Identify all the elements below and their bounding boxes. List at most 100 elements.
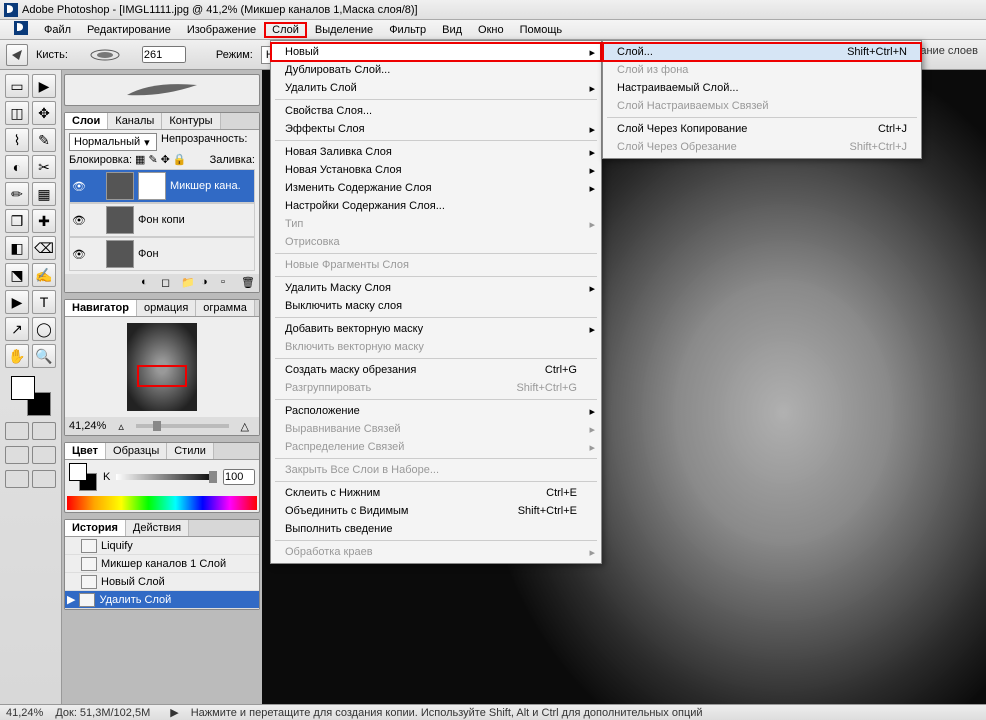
tool-14[interactable]: ⬔ [5,263,29,287]
blend-mode-select[interactable]: Нормальный▾ [69,133,157,151]
tool-1[interactable]: ▶ [32,74,56,98]
menu-window[interactable]: Окно [470,22,512,38]
navigator-viewport-rect[interactable] [137,365,187,387]
tool-0[interactable]: ▭ [5,74,29,98]
quickmask-on[interactable] [32,422,56,440]
color-ramp[interactable] [67,496,257,510]
zoom-out-icon[interactable]: ▵ [118,420,124,433]
tool-6[interactable]: ◐ [5,155,29,179]
tool-17[interactable]: T [32,290,56,314]
lock-paint-icon[interactable]: ✎ [148,153,157,166]
tab-histogram[interactable]: ограмма [196,300,255,316]
eye-icon[interactable]: 👁 [72,180,86,193]
history-item[interactable]: Новый Слой [65,573,259,591]
lock-all-icon[interactable]: 🔒 [173,153,187,166]
tool-5[interactable]: ✎ [32,128,56,152]
submenu-item[interactable]: Настраиваемый Слой... [603,79,921,97]
tab-history[interactable]: История [65,520,126,536]
tab-layers[interactable]: Слои [65,113,108,129]
menu-item[interactable]: Расположение▸ [271,402,601,420]
tab-channels[interactable]: Каналы [108,113,162,129]
jump-to-2[interactable] [32,470,56,488]
menu-file[interactable]: Файл [36,22,79,38]
history-item[interactable]: Микшер каналов 1 Слой [65,555,259,573]
tool-20[interactable]: ✋ [5,344,29,368]
layer-style-icon[interactable]: ◐ [141,276,155,290]
screenmode-2[interactable] [32,446,56,464]
brush-preview[interactable] [76,46,134,64]
tool-18[interactable]: ↗ [5,317,29,341]
tab-navigator[interactable]: Навигатор [65,300,137,316]
menu-item[interactable]: Свойства Слоя... [271,102,601,120]
tab-paths[interactable]: Контуры [162,113,220,129]
menu-item[interactable]: Склеить с НижнимCtrl+E [271,484,601,502]
menu-item[interactable]: Настройки Содержания Слоя... [271,197,601,215]
menu-item[interactable]: Новый▸ [271,43,601,61]
tool-4[interactable]: ⌇ [5,128,29,152]
layer-row[interactable]: 👁Фон [69,237,255,271]
menu-item[interactable]: Выполнить сведение [271,520,601,538]
tab-actions[interactable]: Действия [126,520,189,536]
menu-edit[interactable]: Редактирование [79,22,179,38]
tab-info[interactable]: ормация [137,300,196,316]
menu-item[interactable]: Создать маску обрезанияCtrl+G [271,361,601,379]
tool-16[interactable]: ▶ [5,290,29,314]
layer-row[interactable]: 👁Микшер кана. [69,169,255,203]
tool-21[interactable]: 🔍 [32,344,56,368]
zoom-in-icon[interactable]: △ [241,420,249,433]
tool-8[interactable]: ✏ [5,182,29,206]
menu-item[interactable]: Выключить маску слоя [271,297,601,315]
layer-mask-icon[interactable]: ◻ [161,276,175,290]
history-item[interactable]: Liquify [65,537,259,555]
tab-styles[interactable]: Стили [167,443,214,459]
tool-7[interactable]: ✂ [32,155,56,179]
submenu-item[interactable]: Слой Через КопированиеCtrl+J [603,120,921,138]
history-item[interactable]: ▶Удалить Слой [65,591,259,609]
menu-layer[interactable]: Слой [264,22,307,38]
submenu-item[interactable]: Слой...Shift+Ctrl+N [603,43,921,61]
menu-view[interactable]: Вид [434,22,470,38]
menu-item[interactable]: Удалить Маску Слоя▸ [271,279,601,297]
menu-item[interactable]: Новая Установка Слоя▸ [271,161,601,179]
eye-icon[interactable]: 👁 [72,248,86,261]
tool-11[interactable]: ✚ [32,209,56,233]
fg-color-swatch[interactable] [11,376,35,400]
new-layer-icon[interactable]: ▫ [221,276,235,290]
tool-3[interactable]: ✥ [32,101,56,125]
new-set-icon[interactable]: 📁 [181,276,195,290]
color-swatches[interactable] [11,376,51,416]
app-menu-icon[interactable] [6,19,36,40]
eye-icon[interactable]: 👁 [72,214,86,227]
k-value-input[interactable] [223,469,255,485]
menu-item[interactable]: Дублировать Слой... [271,61,601,79]
menu-item[interactable]: Эффекты Слоя▸ [271,120,601,138]
menu-select[interactable]: Выделение [307,22,381,38]
jump-to-1[interactable] [5,470,29,488]
adjustment-layer-icon[interactable]: ◑ [201,276,215,290]
k-slider[interactable] [116,474,217,480]
tool-9[interactable]: ▦ [32,182,56,206]
menu-item[interactable]: Изменить Содержание Слоя▸ [271,179,601,197]
screenmode-1[interactable] [5,446,29,464]
tool-12[interactable]: ◧ [5,236,29,260]
quickmask-off[interactable] [5,422,29,440]
lock-move-icon[interactable]: ✥ [161,153,170,166]
menu-image[interactable]: Изображение [179,22,264,38]
tool-13[interactable]: ⌫ [32,236,56,260]
zoom-slider[interactable] [136,424,229,428]
tab-swatches[interactable]: Образцы [106,443,167,459]
brush-size-input[interactable] [142,46,186,63]
menu-item[interactable]: Объединить с ВидимымShift+Ctrl+E [271,502,601,520]
layer-row[interactable]: 👁Фон копи [69,203,255,237]
navigator-thumbnail[interactable] [127,323,197,411]
menu-item[interactable]: Удалить Слой▸ [271,79,601,97]
tool-10[interactable]: ❒ [5,209,29,233]
delete-layer-icon[interactable]: 🗑 [241,276,255,290]
tool-19[interactable]: ◯ [32,317,56,341]
tab-color[interactable]: Цвет [65,443,106,459]
lock-transparency-icon[interactable]: ▦ [135,153,145,166]
tool-2[interactable]: ◫ [5,101,29,125]
menu-help[interactable]: Помощь [512,22,571,38]
tool-preset-button[interactable] [6,44,28,66]
menu-item[interactable]: Новая Заливка Слоя▸ [271,143,601,161]
